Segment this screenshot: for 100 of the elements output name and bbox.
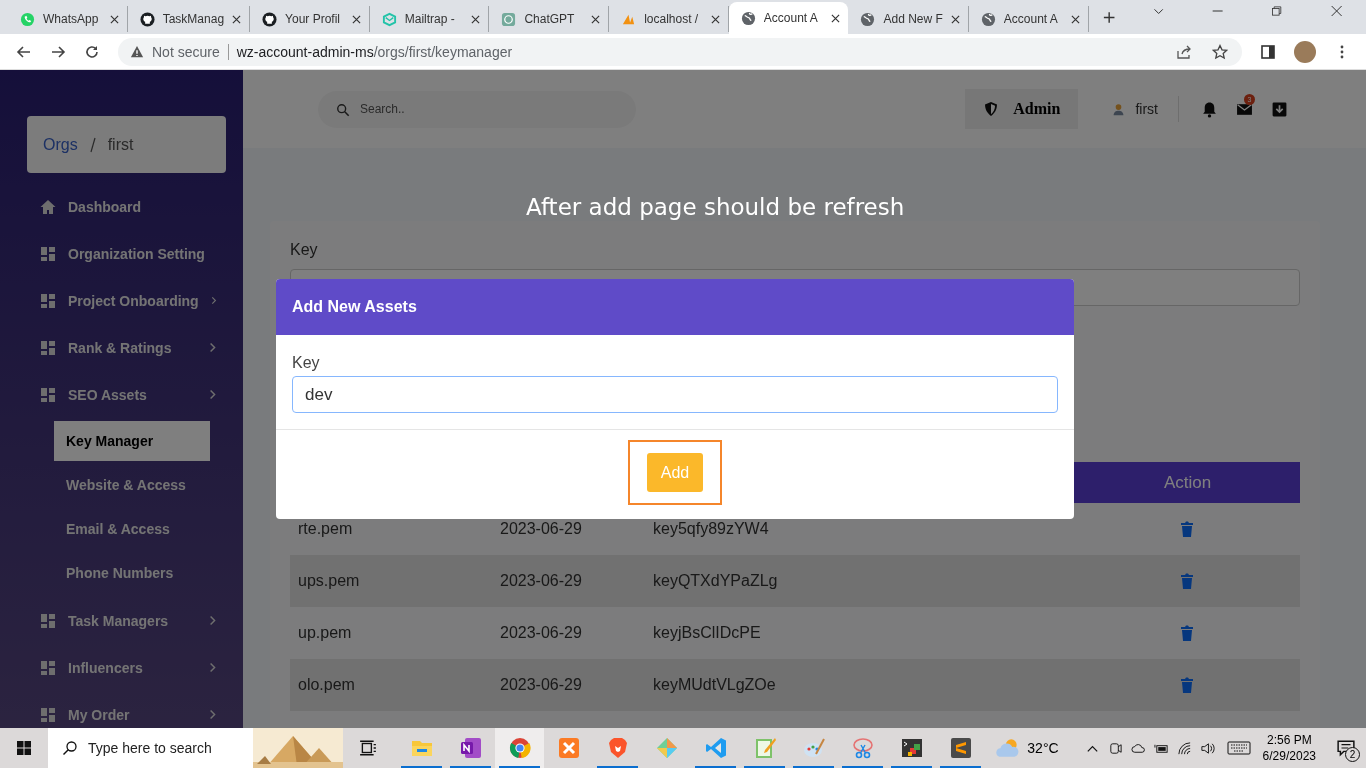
close-icon[interactable]	[1070, 14, 1080, 24]
sidebar-item[interactable]: SEO Assets	[27, 371, 217, 418]
close-icon[interactable]	[232, 14, 242, 24]
table-cell: 2023-06-29	[492, 659, 645, 711]
message-icon	[1337, 739, 1355, 757]
table-cell: up.pem	[290, 607, 492, 659]
knot-logo-icon	[501, 11, 517, 27]
grid-icon	[40, 612, 56, 629]
field-label: Key	[292, 354, 321, 372]
restore-icon[interactable]	[1270, 4, 1284, 18]
bell-icon[interactable]	[1201, 100, 1218, 118]
browser-tab[interactable]: localhost /	[609, 6, 729, 32]
close-icon[interactable]	[591, 14, 601, 24]
user-icon	[1112, 102, 1126, 116]
scissors-icon	[850, 736, 875, 760]
taskbar-search-field[interactable]: Type here to search	[48, 728, 253, 768]
close-icon[interactable]	[831, 13, 841, 23]
sidebar-item[interactable]: Influencers	[27, 644, 217, 691]
browser-tab[interactable]: ChatGPT	[489, 6, 610, 32]
user-menu[interactable]: first	[1112, 101, 1158, 117]
grid-icon	[40, 706, 56, 723]
browser-tab[interactable]: WhatsApp	[8, 6, 128, 32]
globe-icon	[980, 11, 996, 27]
close-icon[interactable]	[351, 14, 361, 24]
taskbar-app-button[interactable]	[495, 728, 544, 768]
search-icon	[336, 102, 350, 117]
trash-icon[interactable]	[1180, 624, 1194, 643]
terminal-icon	[899, 736, 924, 760]
server-logo-icon	[556, 736, 581, 760]
clock[interactable]: 2:56 PM 6/29/2023	[1262, 732, 1316, 764]
keyboard-icon[interactable]	[1226, 741, 1251, 755]
sidebar-item[interactable]: Rank & Ratings	[27, 324, 217, 371]
url-text: wz-account-admin-ms/orgs/first/keymanager	[236, 43, 513, 60]
search-field[interactable]: Search..	[318, 90, 636, 128]
table-cell: ups.pem	[290, 555, 492, 607]
browser-tab[interactable]: Your Profil	[250, 6, 370, 32]
sidebar-subitem[interactable]: Email & Access	[54, 509, 210, 549]
table-cell: olo.pem	[290, 659, 492, 711]
code-editor-icon	[703, 736, 728, 760]
globe-icon	[740, 10, 756, 26]
date-text: 6/29/2023	[1262, 748, 1316, 764]
browser-tab[interactable]: TaskManag	[127, 6, 251, 32]
close-icon[interactable]	[950, 14, 960, 24]
security-label: Not secure	[152, 43, 220, 60]
chevron-right-icon	[209, 708, 217, 721]
chevron-right-icon	[209, 341, 217, 354]
table-cell: key5qfy89zYW4	[645, 503, 1075, 555]
close-icon[interactable]	[471, 14, 481, 24]
table-cell: 2023-06-29	[492, 607, 645, 659]
browser-tab[interactable]: Account A	[968, 6, 1089, 32]
annotation-text: After add page should be refresh	[526, 194, 905, 220]
table-cell: keyjBsClIDcPE	[645, 607, 1075, 659]
download-icon[interactable]	[1271, 100, 1288, 118]
sidebar-subitem[interactable]: Key Manager	[54, 421, 210, 461]
sidebar-item[interactable]: Project Onboarding	[27, 277, 217, 324]
chat-bubble-icon	[20, 11, 35, 27]
warning-icon	[130, 44, 144, 59]
palette-icon	[801, 736, 826, 760]
trash-icon[interactable]	[1180, 520, 1194, 539]
breadcrumb-current: first	[107, 135, 134, 154]
table-cell: 2023-06-29	[492, 555, 645, 607]
address-bar[interactable]: Not secure wz-account-admin-ms/orgs/first/keymanager	[118, 37, 1242, 66]
chevron-right-icon	[209, 614, 217, 627]
modal-title: Add New Assets	[292, 298, 417, 316]
table-cell: keyMUdtVLgZOe	[645, 659, 1075, 711]
breadcrumb-link[interactable]: Orgs	[43, 135, 78, 154]
temperature-text: 32°C	[1027, 740, 1059, 756]
sidebar-subitem[interactable]: Website & Access	[54, 465, 210, 505]
browser-icon	[507, 736, 532, 760]
browser-tab[interactable]: Mailtrap -	[369, 6, 490, 32]
sidebar-item[interactable]: My Order	[27, 691, 217, 728]
shield-icon	[983, 101, 1000, 117]
slash-icon	[89, 136, 96, 153]
time-text: 2:56 PM	[1266, 732, 1312, 748]
notification-button[interactable]: 2	[1326, 728, 1366, 768]
grid-icon	[40, 339, 56, 356]
browser-tab[interactable]: Add New F	[848, 6, 969, 32]
field-label: Key	[290, 241, 319, 259]
sidebar-subitem[interactable]: Phone Numbers	[54, 553, 210, 593]
text-editor-icon	[948, 736, 973, 760]
cat-silhouette-icon	[262, 11, 278, 27]
chevron-right-icon	[210, 294, 217, 307]
sidebar-item[interactable]: Task Managers	[27, 597, 217, 644]
profile-avatar[interactable]	[1294, 40, 1316, 63]
grid-icon	[40, 386, 56, 403]
browser-tab[interactable]: Account A	[728, 2, 849, 34]
notebook-icon	[458, 736, 483, 760]
plus-icon[interactable]	[1102, 10, 1115, 24]
role-button[interactable]: Admin	[965, 89, 1079, 129]
globe-icon	[860, 11, 876, 27]
close-icon[interactable]	[109, 14, 119, 24]
search-icon	[62, 740, 78, 756]
notification-count: 2	[1345, 747, 1360, 762]
close-icon[interactable]	[710, 14, 720, 24]
chevron-right-icon	[209, 388, 217, 401]
table-cell: rte.pem	[290, 503, 492, 555]
sidebar-item[interactable]: Dashboard	[27, 183, 217, 230]
sidebar-item[interactable]: Organization Setting	[27, 230, 217, 277]
key-input-field[interactable]: dev	[292, 376, 1058, 413]
cat-silhouette-icon	[139, 11, 155, 27]
